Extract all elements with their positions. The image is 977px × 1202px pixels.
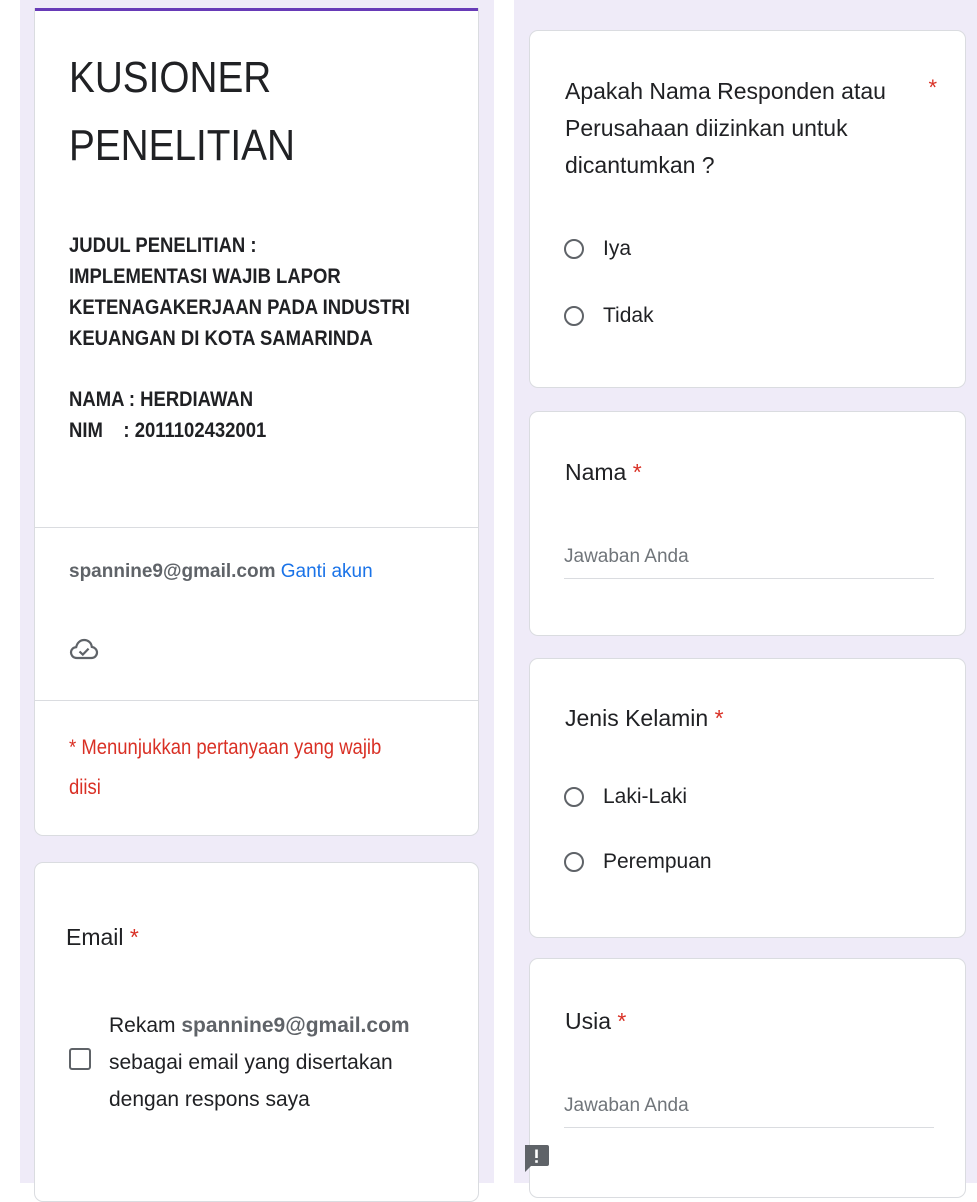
cloud-check-icon xyxy=(69,635,99,663)
radio-button[interactable] xyxy=(564,306,584,326)
radio-label: Iya xyxy=(603,237,632,260)
account-email: spannine9@gmail.com xyxy=(69,561,276,582)
email-question-title: Email * xyxy=(66,919,139,956)
required-note: * Menunjukkan pertanyaan yang wajib diis… xyxy=(69,736,382,799)
radio-label: Perempuan xyxy=(603,850,712,873)
record-email-label: Rekam spannine9@gmail.com sebagai email … xyxy=(109,1014,410,1111)
radio-option-perempuan[interactable]: Perempuan xyxy=(564,850,712,874)
form-title-line-2: PENELITIAN xyxy=(69,121,295,170)
gender-question-card: Jenis Kelamin * Laki-Laki Perempuan xyxy=(529,658,966,938)
researcher-nim: NIM : 2011102432001 xyxy=(69,419,267,442)
name-question-title: Nama * xyxy=(565,459,642,485)
required-asterisk: * xyxy=(632,459,642,485)
radio-button[interactable] xyxy=(564,852,584,872)
divider xyxy=(35,700,478,701)
description-line: KETENAGAKERJAAN PADA INDUSTRI xyxy=(69,296,410,319)
name-question-card: Nama * xyxy=(529,411,966,636)
required-asterisk: * xyxy=(617,1008,627,1034)
required-asterisk: * xyxy=(928,75,937,100)
report-issue-icon xyxy=(522,1145,550,1177)
description-line: KEUANGAN DI KOTA SAMARINDA xyxy=(69,327,373,350)
email-question-card: Email * Rekam spannine9@gmail.com sebaga… xyxy=(34,862,479,1202)
consent-question-card: Apakah Nama Responden atau Perusahaan di… xyxy=(529,30,966,388)
form-header-card: KUSIONER PENELITIAN JUDUL PENELITIAN : I… xyxy=(34,8,479,836)
divider xyxy=(35,527,478,528)
header-accent-bar xyxy=(35,8,478,11)
radio-option-laki-laki[interactable]: Laki-Laki xyxy=(564,785,687,809)
description-line: JUDUL PENELITIAN : xyxy=(69,234,257,257)
record-email-checkbox[interactable] xyxy=(69,1048,91,1070)
email-label: Email xyxy=(66,924,124,950)
account-row: spannine9@gmail.com Ganti akun xyxy=(69,558,373,586)
age-question-title: Usia * xyxy=(565,1008,627,1034)
gender-question-title: Jenis Kelamin * xyxy=(565,705,724,731)
form-title-line-1: KUSIONER xyxy=(69,53,272,102)
name-input[interactable] xyxy=(564,546,934,579)
record-email-address: spannine9@gmail.com xyxy=(181,1014,410,1037)
description-line: IMPLEMENTASI WAJIB LAPOR xyxy=(69,265,341,288)
form-description: JUDUL PENELITIAN : IMPLEMENTASI WAJIB LA… xyxy=(69,230,456,446)
switch-account-link[interactable]: Ganti akun xyxy=(281,561,373,582)
required-asterisk: * xyxy=(714,705,724,731)
report-issue-button[interactable] xyxy=(522,1143,550,1173)
form-title: KUSIONER PENELITIAN xyxy=(69,44,326,180)
researcher-name: NAMA : HERDIAWAN xyxy=(69,388,254,411)
radio-label: Laki-Laki xyxy=(603,785,688,808)
radio-button[interactable] xyxy=(564,239,584,259)
required-asterisk: * xyxy=(129,924,139,950)
age-question-card: Usia * xyxy=(529,958,966,1198)
radio-button[interactable] xyxy=(564,787,584,807)
radio-option-iya[interactable]: Iya xyxy=(564,237,631,261)
consent-question-title: Apakah Nama Responden atau Perusahaan di… xyxy=(565,78,886,178)
age-input[interactable] xyxy=(564,1095,934,1128)
radio-label: Tidak xyxy=(603,304,654,327)
radio-option-tidak[interactable]: Tidak xyxy=(564,304,654,328)
